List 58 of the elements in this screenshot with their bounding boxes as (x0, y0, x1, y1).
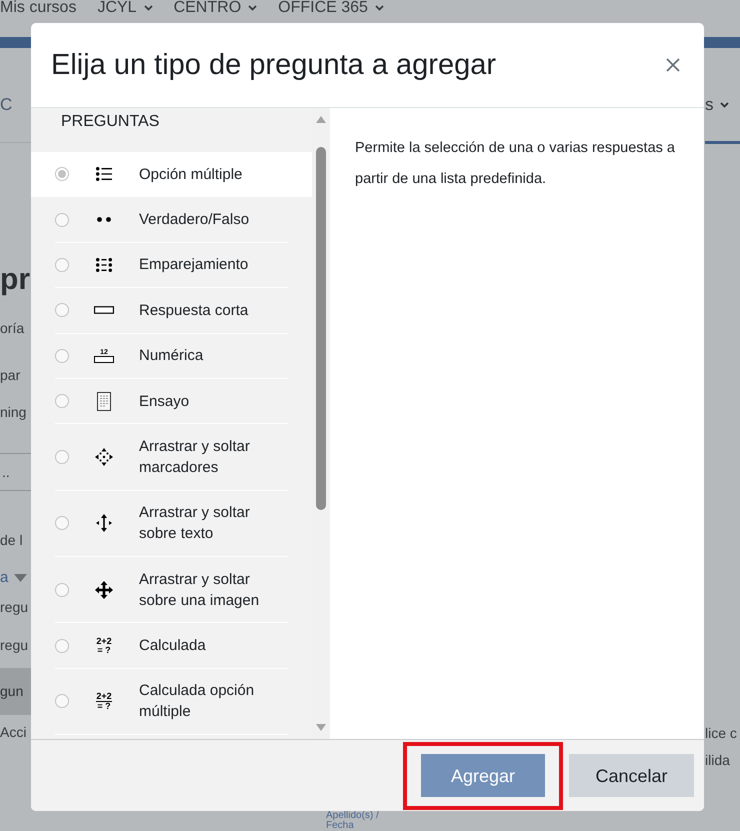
page-text: Acci (0, 723, 26, 742)
nav-menu-item[interactable]: CENTRO (174, 0, 258, 16)
question-type-option[interactable]: Arrastrar y soltar marcadores (31, 424, 312, 491)
secondary-button[interactable]: Cancelar (569, 754, 694, 797)
question-type-option[interactable]: Verdadero/Falso (31, 197, 312, 243)
page-text: ning (0, 403, 26, 422)
matching-dots-icon (96, 258, 112, 272)
document-icon (97, 392, 111, 411)
radio-button[interactable] (55, 258, 69, 272)
tab-label[interactable]: C (0, 94, 12, 116)
radio-button[interactable] (55, 167, 69, 182)
description-text: Permite la selección de una o varias respuestas a partir de una lista predefinida. (355, 139, 676, 189)
close-button[interactable] (666, 58, 680, 72)
nav-menu-item[interactable]: JCYL (97, 0, 153, 16)
page-text: de l (0, 531, 23, 550)
question-type-option[interactable]: Arrastrar y soltar sobre una imagen (31, 557, 312, 624)
radio-button[interactable] (55, 516, 69, 530)
radio-button[interactable] (55, 348, 69, 363)
page-text: ilida (705, 751, 730, 770)
question-type-option[interactable]: Respuesta corta (31, 288, 312, 334)
radio-button[interactable] (55, 694, 69, 708)
question-type-option[interactable]: Ensayo (31, 378, 312, 424)
scrollbar-thumb[interactable] (316, 147, 326, 510)
question-type-option[interactable]: Arrastrar y soltar sobre texto (31, 490, 312, 557)
scroll-up-icon[interactable] (316, 116, 326, 123)
page-text: regu (0, 636, 28, 655)
page-text: par (0, 366, 20, 385)
question-type-option[interactable]: 2+2 = ? Calculada opción múltiple (31, 668, 312, 736)
page-text: oría (0, 319, 24, 338)
radio-button[interactable] (55, 303, 69, 318)
list-icon (96, 167, 112, 182)
tab-menu[interactable]: s (705, 94, 728, 116)
vertical-move-icon (96, 514, 112, 532)
text-box-icon (94, 306, 114, 314)
section-heading: PREGUNTAS (60, 112, 160, 132)
nav-menu-item[interactable]: Mis cursos (0, 0, 76, 16)
radio-button[interactable] (55, 582, 69, 597)
selected-row: gun (0, 668, 31, 715)
chevron-down-icon (720, 102, 728, 108)
page-heading: pr (0, 262, 30, 298)
page-text: regu (0, 598, 28, 617)
question-type-option[interactable]: Opción múltiple (31, 152, 312, 198)
formula-icon: 2+2 = ? (96, 636, 112, 655)
question-type-option[interactable]: Emparejamiento (31, 242, 312, 288)
close-icon (666, 58, 680, 72)
radio-button[interactable] (55, 450, 69, 464)
two-dots-icon (97, 217, 111, 222)
radio-button[interactable] (55, 638, 69, 653)
scroll-down-icon[interactable] (316, 724, 326, 731)
move-dots-icon (95, 448, 113, 466)
dialog-title: Elija un tipo de pregunta a agregar (51, 48, 496, 82)
question-type-option[interactable]: 2+2 = ? Calculada (31, 623, 312, 669)
nav-menu-item[interactable]: OFFICE 365 (278, 0, 384, 16)
radio-button[interactable] (55, 212, 69, 227)
radio-button[interactable] (55, 394, 69, 408)
move-arrows-icon (95, 580, 113, 599)
caret-down-icon (14, 574, 28, 582)
page-text: lice c (705, 724, 737, 743)
